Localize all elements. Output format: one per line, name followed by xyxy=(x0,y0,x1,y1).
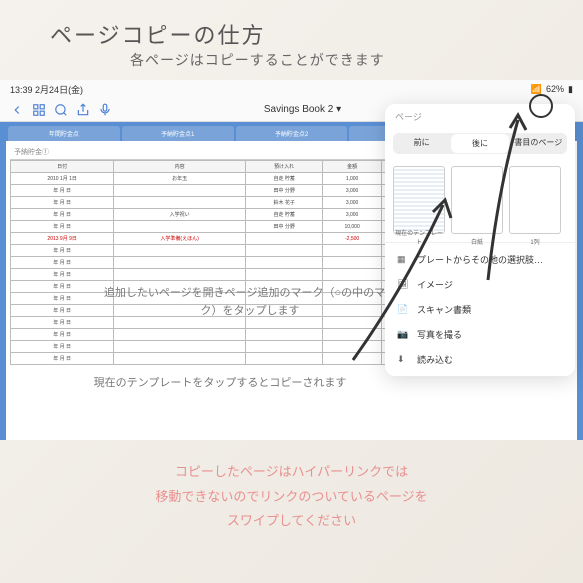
share-icon[interactable] xyxy=(76,103,90,117)
table-cell: 年 月 日 xyxy=(11,245,114,257)
tab-item[interactable]: 予納貯金点2 xyxy=(236,126,348,141)
grid-icon[interactable] xyxy=(32,103,46,117)
battery-percent: 62% xyxy=(546,84,564,94)
table-cell: 入学準備(えほん) xyxy=(114,233,246,245)
table-cell: 自走 貯蓄 xyxy=(245,209,323,221)
table-cell xyxy=(114,257,246,269)
table-cell: 年 月 日 xyxy=(11,293,114,305)
bottom-note: コピーしたページはハイパーリンクでは移動できないのでリンクのついているページをス… xyxy=(0,460,583,534)
table-cell: 自走 貯蓄 xyxy=(245,173,323,185)
status-right: 📶 62% ▮ xyxy=(531,84,573,95)
mic-icon[interactable] xyxy=(98,103,112,117)
tab-item[interactable]: 年間貯金点 xyxy=(8,126,120,141)
table-cell: 入学祝い xyxy=(114,209,246,221)
annotation-arrow-1 xyxy=(478,110,538,290)
table-header: 預け入れ xyxy=(245,161,323,173)
table-cell xyxy=(114,341,246,353)
table-cell xyxy=(114,269,246,281)
status-bar: 13:39 2月24日(金) 📶 62% ▮ xyxy=(0,80,583,98)
status-date: 2月24日(金) xyxy=(35,85,83,95)
table-cell xyxy=(245,353,323,365)
table-header: 金額 xyxy=(323,161,381,173)
table-cell xyxy=(245,329,323,341)
table-cell: 年 月 日 xyxy=(11,185,114,197)
table-cell: 年 月 日 xyxy=(11,197,114,209)
table-cell xyxy=(114,245,246,257)
table-cell: 年 月 日 xyxy=(11,221,114,233)
annotation-arrow-2 xyxy=(343,190,463,370)
segment-before[interactable]: 前に xyxy=(393,133,450,154)
table-cell: 年 月 日 xyxy=(11,341,114,353)
table-cell: 年 月 日 xyxy=(11,209,114,221)
table-cell: 田中 分野 xyxy=(245,185,323,197)
battery-icon: ▮ xyxy=(568,84,573,95)
status-left: 13:39 2月24日(金) xyxy=(10,83,83,96)
table-cell xyxy=(245,341,323,353)
status-time: 13:39 xyxy=(10,85,33,95)
table-cell xyxy=(245,257,323,269)
table-cell: 年 月 日 xyxy=(11,353,114,365)
table-cell xyxy=(114,185,246,197)
table-cell: 年 月 日 xyxy=(11,329,114,341)
table-header: 内容 xyxy=(114,161,246,173)
table-cell xyxy=(114,329,246,341)
table-cell: 年 月 日 xyxy=(11,269,114,281)
table-cell: 年 月 日 xyxy=(11,305,114,317)
tab-item[interactable]: 予納貯金点1 xyxy=(122,126,234,141)
table-header: 日付 xyxy=(11,161,114,173)
search-icon[interactable] xyxy=(54,103,68,117)
table-cell: お年玉 xyxy=(114,173,246,185)
table-cell xyxy=(245,233,323,245)
page-subtitle: 各ページはコピーすることができます xyxy=(130,50,385,70)
table-cell xyxy=(245,269,323,281)
table-cell xyxy=(245,245,323,257)
table-cell: 2013 9月 9日 xyxy=(11,233,114,245)
table-cell: 鈴木 花子 xyxy=(245,197,323,209)
table-cell: 年 月 日 xyxy=(11,257,114,269)
table-cell: 2010 1月 1日 xyxy=(11,173,114,185)
table-cell: 年 月 日 xyxy=(11,317,114,329)
table-cell: 1,000 xyxy=(323,173,381,185)
page-title: ページコピーの仕方 xyxy=(50,18,266,50)
back-icon[interactable] xyxy=(10,103,24,117)
annotation-circle xyxy=(529,94,553,118)
table-cell xyxy=(114,197,246,209)
table-cell: 田中 分野 xyxy=(245,221,323,233)
wifi-icon: 📶 xyxy=(531,84,542,95)
document-title[interactable]: Savings Book 2 ▾ xyxy=(264,104,341,115)
table-cell xyxy=(114,221,246,233)
table-cell: 年 月 日 xyxy=(11,281,114,293)
annotation-text-2: 現在のテンプレートをタップするとコピーされます xyxy=(60,375,380,393)
table-cell xyxy=(114,353,246,365)
